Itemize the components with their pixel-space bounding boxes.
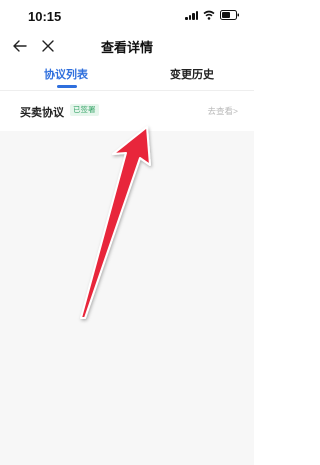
page-title: 查看详情	[100, 40, 153, 55]
signal-icon	[185, 10, 198, 20]
wifi-icon	[203, 10, 215, 20]
tab-bar: 协议列表 变更历史	[0, 62, 254, 91]
navigation-bar: 查看详情	[0, 32, 254, 60]
status-bar: 10:15	[0, 0, 254, 32]
active-tab-indicator	[57, 85, 77, 88]
status-time: 10:15	[28, 9, 62, 24]
status-icons	[185, 10, 240, 20]
battery-icon	[220, 10, 240, 20]
view-agreement-link[interactable]: 去查看>	[208, 105, 238, 117]
agreement-name: 买卖协议	[20, 107, 64, 119]
tab-change-history[interactable]: 变更历史	[170, 66, 214, 82]
content-area	[0, 131, 254, 465]
tab-agreement-list[interactable]: 协议列表	[44, 66, 88, 82]
agreement-list-item[interactable]: 买卖协议 已签署 去查看>	[0, 91, 254, 131]
status-badge: 已签署	[70, 104, 99, 116]
